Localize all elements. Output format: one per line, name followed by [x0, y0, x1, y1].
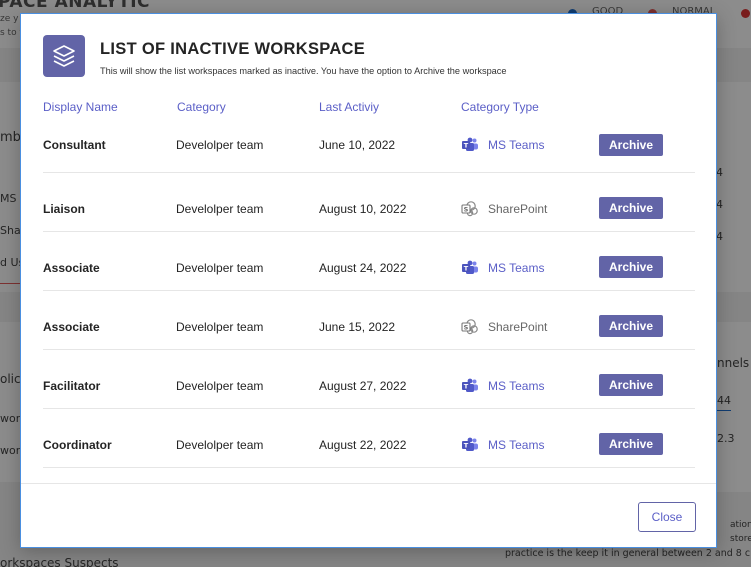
- cell-display-name: Associate: [43, 261, 100, 275]
- table-row: Coordinator Develolper team August 22, 202…: [43, 409, 695, 468]
- inactive-workspace-dialog: LIST OF INACTIVE WORKSPACE This will sho…: [20, 13, 717, 548]
- category-type-label: MS Teams: [488, 261, 545, 275]
- cell-category: Develolper team: [176, 379, 264, 393]
- cell-category: Develolper team: [176, 138, 264, 152]
- cell-last-activity: June 10, 2022: [319, 138, 396, 152]
- archive-button[interactable]: Archive: [599, 433, 663, 455]
- cell-display-name: Consultant: [43, 138, 106, 152]
- dialog-title: LIST OF INACTIVE WORKSPACE: [100, 40, 366, 58]
- category-type-label: SharePoint: [488, 320, 548, 334]
- cell-last-activity: August 22, 2022: [319, 438, 407, 452]
- svg-text:T: T: [464, 383, 469, 391]
- cell-category-type: T MS Teams: [461, 437, 544, 453]
- column-header-display-name[interactable]: Display Name: [43, 100, 118, 114]
- cell-category-type: S SharePoint: [461, 319, 547, 335]
- svg-text:T: T: [464, 142, 469, 150]
- category-type-label: SharePoint: [488, 202, 548, 216]
- svg-text:S: S: [464, 324, 469, 332]
- cell-category-type: T MS Teams: [461, 260, 544, 276]
- archive-button[interactable]: Archive: [599, 197, 663, 219]
- category-type-label: MS Teams: [488, 138, 545, 152]
- cell-last-activity: June 15, 2022: [319, 320, 396, 334]
- archive-button[interactable]: Archive: [599, 374, 663, 396]
- cell-category-type: T MS Teams: [461, 378, 544, 394]
- svg-text:S: S: [464, 206, 469, 214]
- cell-category: Develolper team: [176, 320, 264, 334]
- cell-category: Develolper team: [176, 438, 264, 452]
- cell-last-activity: August 10, 2022: [319, 202, 407, 216]
- ms-teams-icon: T: [462, 437, 478, 451]
- table-row: Liaison Develolper team August 10, 2022 S Sh…: [43, 173, 695, 232]
- cell-category-type: T MS Teams: [461, 137, 544, 153]
- cell-category: Develolper team: [176, 261, 264, 275]
- column-header-category-type[interactable]: Category Type: [461, 100, 539, 114]
- cell-display-name: Liaison: [43, 202, 86, 216]
- ms-teams-icon: T: [462, 137, 478, 151]
- svg-text:T: T: [464, 442, 469, 450]
- cell-display-name: Facilitator: [43, 379, 101, 393]
- column-header-last-activity[interactable]: Last Activiy: [319, 100, 379, 114]
- footer-divider: [21, 483, 716, 484]
- ms-teams-icon: T: [462, 260, 478, 274]
- sharepoint-icon: S: [461, 201, 478, 217]
- archive-button[interactable]: Archive: [599, 315, 663, 337]
- cell-display-name: Coordinator: [43, 438, 112, 452]
- table-row: Associate Develolper team June 15, 2022 S Sh…: [43, 291, 695, 350]
- cell-display-name: Associate: [43, 320, 100, 334]
- category-type-label: MS Teams: [488, 379, 545, 393]
- archive-button[interactable]: Archive: [599, 134, 663, 156]
- cell-last-activity: August 27, 2022: [319, 379, 407, 393]
- category-type-label: MS Teams: [488, 438, 545, 452]
- svg-text:T: T: [464, 265, 469, 273]
- cell-last-activity: August 24, 2022: [319, 261, 407, 275]
- cell-category-type: S SharePoint: [461, 201, 547, 217]
- dialog-subtitle: This will show the list workspaces marke…: [100, 66, 507, 76]
- table-row: Associate Develolper team August 24, 2022 T…: [43, 232, 695, 291]
- table-row: Consultant Develolper team June 10, 2022 T M…: [43, 114, 695, 173]
- archive-button[interactable]: Archive: [599, 256, 663, 278]
- sharepoint-icon: S: [461, 319, 478, 335]
- column-header-category[interactable]: Category: [177, 100, 226, 114]
- layers-icon: [43, 35, 85, 77]
- close-button[interactable]: Close: [638, 502, 696, 532]
- ms-teams-icon: T: [462, 378, 478, 392]
- table-row: Facilitator Develolper team August 27, 202…: [43, 350, 695, 409]
- cell-category: Develolper team: [176, 202, 264, 216]
